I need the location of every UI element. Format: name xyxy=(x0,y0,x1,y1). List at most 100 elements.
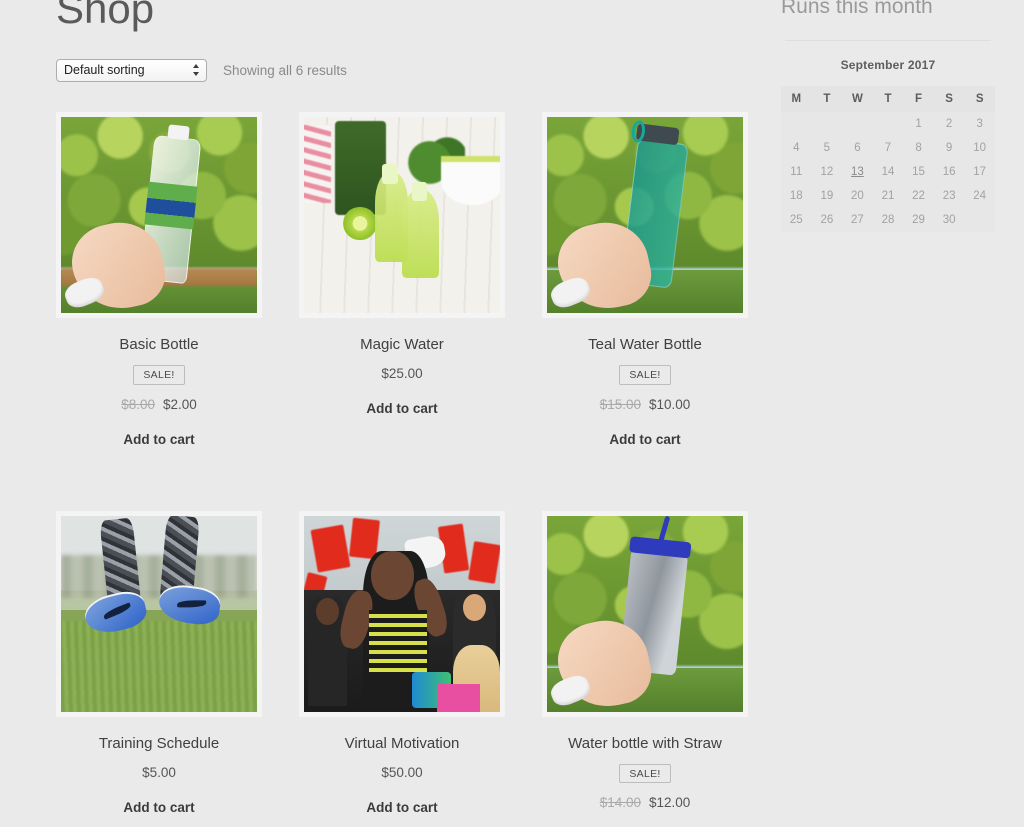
calendar-day-cell: 30 xyxy=(933,208,965,232)
hand-holding-sparkling-water-bottle-illustration xyxy=(61,117,257,313)
product-current-price: $2.00 xyxy=(163,396,197,412)
product-current-price: $5.00 xyxy=(142,764,176,780)
product-price: $25.00 xyxy=(299,366,505,381)
widget-title-runs-this-month: Runs this month xyxy=(781,0,933,18)
crowd-rally-with-red-flags-and-megaphone-illustration xyxy=(304,515,500,712)
calendar-day-cell: 1 xyxy=(903,112,934,136)
calendar-day-cell: 19 xyxy=(811,184,843,208)
calendar-day-cell: 6 xyxy=(842,136,873,160)
calendar-day-cell: 21 xyxy=(872,184,904,208)
calendar-day-cell: 5 xyxy=(811,136,843,160)
calendar-day-cell: 16 xyxy=(933,160,965,184)
calendar-day-cell: 10 xyxy=(964,136,995,160)
calendar-week-row: 18 19 20 21 22 23 24 xyxy=(781,184,995,208)
calendar-day-link[interactable]: 13 xyxy=(851,166,864,178)
calendar-day-cell: 15 xyxy=(903,160,934,184)
product-card[interactable]: Teal Water Bottle SALE! $15.00 $10.00 Add to… xyxy=(542,112,748,449)
result-count: Showing all 6 results xyxy=(223,62,347,78)
calendar-weekday: W xyxy=(842,86,873,112)
sorting-select-wrapper: Default sortingSort by popularitySort by… xyxy=(56,58,207,82)
calendar-week-row: 123 xyxy=(781,112,995,136)
calendar-weekday: T xyxy=(811,86,843,112)
add-to-cart-button[interactable]: Add to cart xyxy=(366,800,437,815)
product-current-price: $10.00 xyxy=(649,396,691,412)
calendar-day-cell: 26 xyxy=(811,208,843,232)
calendar-day-cell: 27 xyxy=(842,208,873,232)
product-card[interactable]: Basic Bottle SALE! $8.00 $2.00 Add to cart xyxy=(56,112,262,449)
product-image[interactable] xyxy=(542,112,748,318)
calendar-weekday: F xyxy=(903,86,934,112)
calendar-day-cell: 24 xyxy=(964,184,995,208)
calendar-day-cell: 9 xyxy=(933,136,965,160)
product-title[interactable]: Water bottle with Straw xyxy=(542,735,748,753)
product-current-price: $25.00 xyxy=(381,366,423,381)
calendar-day-cell: 25 xyxy=(781,208,812,232)
hand-holding-teal-water-bottle-illustration xyxy=(547,117,743,313)
add-to-cart-button[interactable]: Add to cart xyxy=(123,800,194,815)
product-card[interactable]: Training Schedule $5.00 Add to cart xyxy=(56,510,262,827)
calendar-weekday-row: MTWTFSS xyxy=(781,86,995,112)
product-image[interactable] xyxy=(56,510,262,717)
add-to-cart-button[interactable]: Add to cart xyxy=(123,432,194,447)
calendar-empty-cell xyxy=(964,208,995,232)
shop-page: Shop Default sortingSort by popularitySo… xyxy=(0,0,1024,827)
product-current-price: $50.00 xyxy=(381,764,423,780)
calendar-day-cell: 7 xyxy=(872,136,904,160)
sale-badge: SALE! xyxy=(133,365,185,385)
calendar-day-cell: 20 xyxy=(842,184,873,208)
product-regular-price: $8.00 xyxy=(121,396,155,412)
sale-badge: SALE! xyxy=(619,763,671,783)
calendar-day-cell: 8 xyxy=(903,136,934,160)
green-lime-drinks-on-white-wood-table-illustration xyxy=(304,117,500,313)
calendar-head: MTWTFSS xyxy=(781,86,995,112)
product-title[interactable]: Training Schedule xyxy=(56,735,262,753)
calendar-day-cell: 2 xyxy=(933,112,965,136)
calendar-widget: September 2017 MTWTFSS 1 2 3 4 5 6 7 8 9 10 11 12 13… xyxy=(781,58,995,232)
hand-holding-silver-tumbler-with-blue-straw-illustration xyxy=(547,515,743,712)
shop-toolbar: Default sortingSort by popularitySort by… xyxy=(56,58,347,82)
product-card[interactable]: Magic Water $25.00 Add to cart xyxy=(299,112,505,449)
product-image[interactable] xyxy=(299,112,505,318)
calendar-day-cell: 18 xyxy=(781,184,812,208)
calendar-day-cell: 22 xyxy=(903,184,934,208)
calendar-weekday: M xyxy=(781,86,812,112)
calendar-day-cell[interactable]: 13 xyxy=(842,160,873,184)
add-to-cart-button[interactable]: Add to cart xyxy=(366,401,437,416)
product-price: $8.00 $2.00 xyxy=(56,397,262,412)
calendar-day-cell: 17 xyxy=(964,160,995,184)
product-card[interactable]: Water bottle with Straw SALE! $14.00 $12.00… xyxy=(542,510,748,827)
sale-badge: SALE! xyxy=(619,365,671,385)
calendar-empty-cell xyxy=(842,112,873,136)
product-regular-price: $15.00 xyxy=(599,396,641,412)
product-price: $14.00 $12.00 xyxy=(542,795,748,810)
widget-divider xyxy=(785,40,991,41)
product-price: $50.00 xyxy=(299,765,505,780)
product-image[interactable] xyxy=(56,112,262,318)
calendar-empty-cell xyxy=(781,112,812,136)
product-image[interactable] xyxy=(542,510,748,717)
product-price: $15.00 $10.00 xyxy=(542,397,748,412)
calendar-day-cell: 3 xyxy=(964,112,995,136)
product-title[interactable]: Virtual Motivation xyxy=(299,735,505,753)
calendar-empty-cell xyxy=(872,112,904,136)
add-to-cart-button[interactable]: Add to cart xyxy=(609,432,680,447)
product-title[interactable]: Magic Water xyxy=(299,336,505,354)
product-title[interactable]: Basic Bottle xyxy=(56,336,262,354)
calendar-week-row: 4 5 6 7 8 9 10 xyxy=(781,136,995,160)
calendar-day-cell: 11 xyxy=(781,160,812,184)
calendar-week-row: 11 12 13 14 15 16 17 xyxy=(781,160,995,184)
sorting-select[interactable]: Default sortingSort by popularitySort by… xyxy=(56,58,207,82)
calendar-day-cell: 14 xyxy=(872,160,904,184)
calendar-week-row: 25 26 27 28 29 30 xyxy=(781,208,995,232)
calendar-weekday: S xyxy=(964,86,995,112)
calendar-weekday: T xyxy=(872,86,904,112)
calendar-day-cell: 28 xyxy=(872,208,904,232)
product-regular-price: $14.00 xyxy=(599,795,641,810)
calendar-body: 1 2 3 4 5 6 7 8 9 10 11 12 13 14 15 16 17 18 19 20 21 22 23 24 2… xyxy=(781,112,995,232)
product-card[interactable]: Virtual Motivation $50.00 Add to cart xyxy=(299,510,505,827)
product-image[interactable] xyxy=(299,510,505,717)
product-title[interactable]: Teal Water Bottle xyxy=(542,336,748,354)
calendar-caption: September 2017 xyxy=(840,58,936,72)
calendar-day-cell: 23 xyxy=(933,184,965,208)
running-shoes-jumping-over-grass-illustration xyxy=(61,515,257,712)
